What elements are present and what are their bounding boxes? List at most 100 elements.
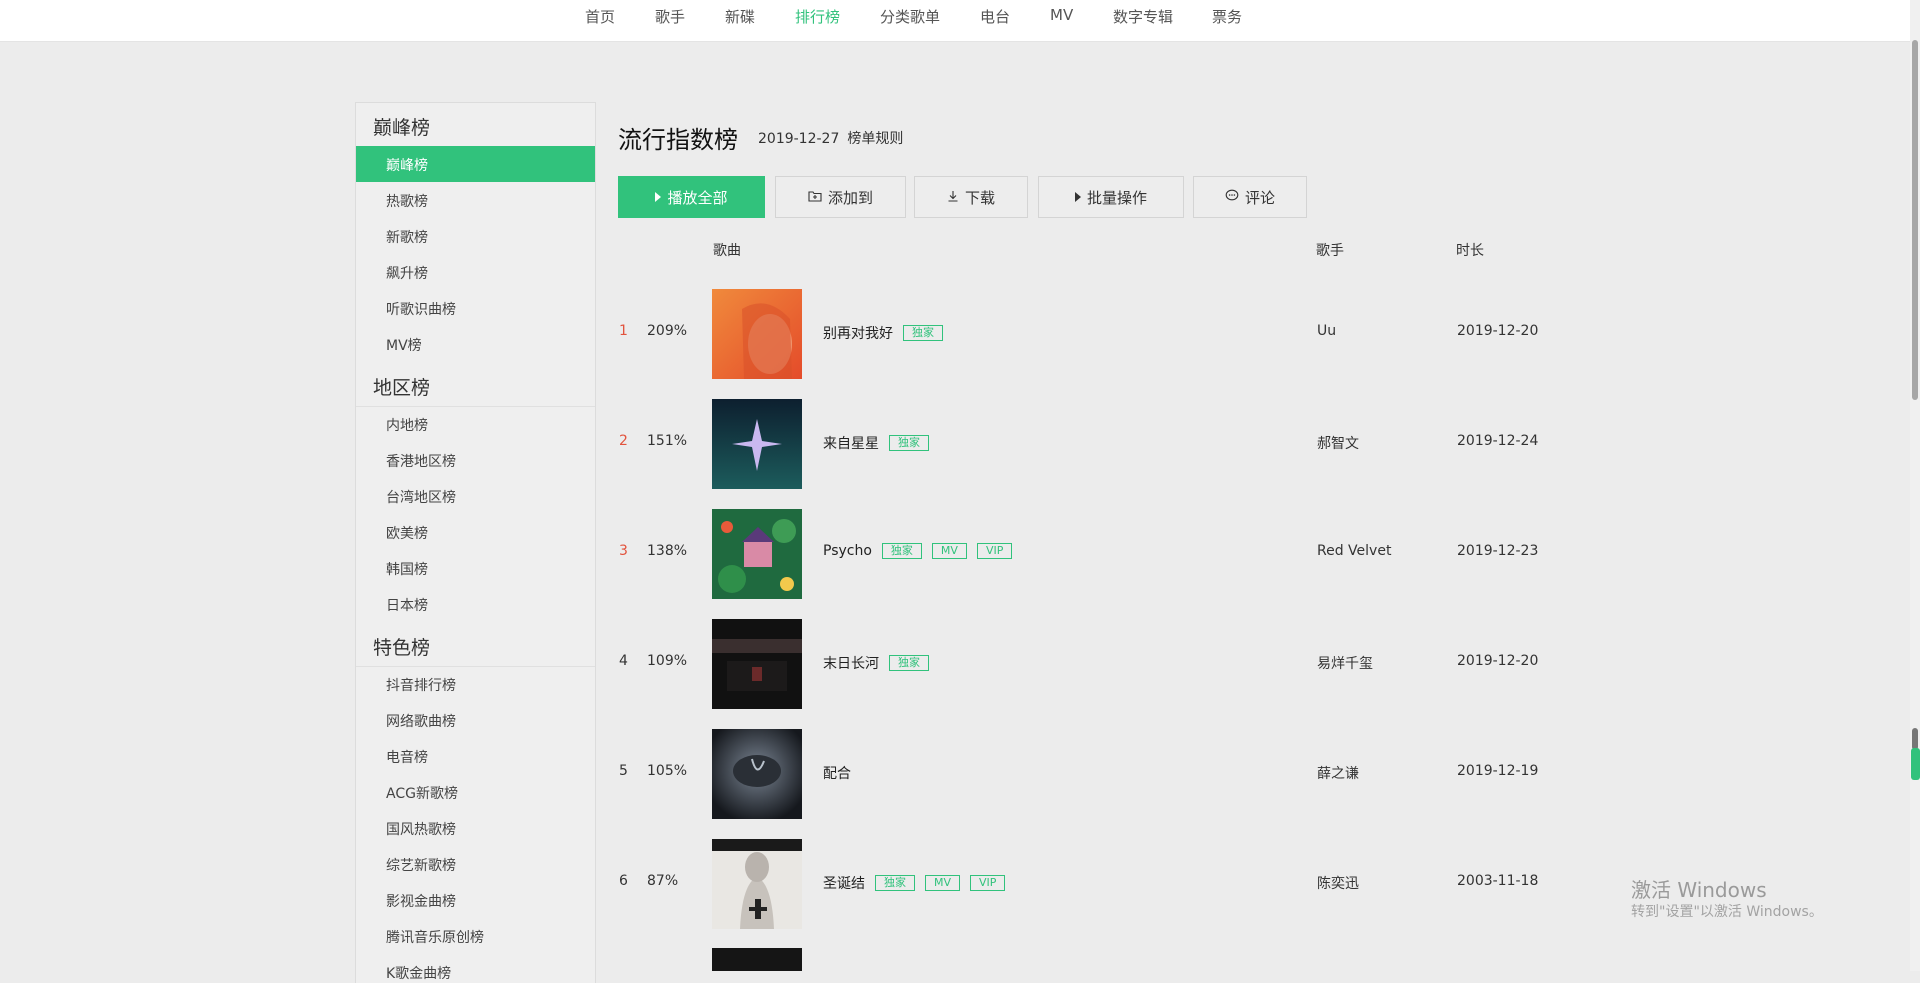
sidebar-item-recognition[interactable]: 听歌识曲榜 bbox=[386, 299, 456, 319]
sidebar-item-mv[interactable]: MV榜 bbox=[386, 335, 422, 355]
song-change-percent: 138% bbox=[647, 543, 688, 559]
sidebar-item-hot[interactable]: 热歌榜 bbox=[386, 191, 428, 211]
sidebar-item-original[interactable]: 腾讯音乐原创榜 bbox=[386, 927, 484, 947]
song-row[interactable]: 2 151% 来自星星 独家 郝智文 2019-12-24 bbox=[618, 399, 1618, 489]
download-label: 下载 bbox=[964, 188, 995, 207]
song-row[interactable]: 3 138% Psycho 独家 MV VIP Red Velvet 2019-… bbox=[618, 509, 1618, 599]
sidebar-divider bbox=[356, 666, 595, 667]
song-date: 2019-12-24 bbox=[1457, 433, 1539, 449]
song-row[interactable]: 4 109% 末日长河 独家 易烊千玺 2019-12-20 bbox=[618, 619, 1618, 709]
chart-meta: 2019-12-27 榜单规则 bbox=[758, 128, 903, 148]
tag-exclusive: 独家 bbox=[889, 435, 929, 451]
song-title-wrap: Psycho 独家 MV VIP bbox=[823, 543, 1022, 559]
nav-digital-albums[interactable]: 数字专辑 bbox=[1113, 6, 1173, 27]
sidebar-group-title-region: 地区榜 bbox=[373, 377, 431, 399]
batch-operation-button[interactable]: 批量操作 bbox=[1038, 176, 1184, 218]
sidebar-item-film[interactable]: 影视金曲榜 bbox=[386, 891, 456, 911]
song-title-wrap: 圣诞结 独家 MV VIP bbox=[823, 873, 1015, 893]
album-cover[interactable] bbox=[712, 619, 802, 709]
song-row[interactable]: 5 105% 配合 薛之谦 2019-12-19 bbox=[618, 729, 1618, 819]
album-cover[interactable] bbox=[712, 399, 802, 489]
song-singer[interactable]: 薛之谦 bbox=[1317, 763, 1359, 783]
song-change-percent: 105% bbox=[647, 763, 688, 779]
sidebar-item-acg[interactable]: ACG新歌榜 bbox=[386, 783, 458, 803]
play-icon bbox=[655, 192, 662, 202]
sidebar-item-karaoke[interactable]: K歌金曲榜 bbox=[386, 963, 451, 983]
song-name[interactable]: 别再对我好 bbox=[823, 323, 893, 343]
nav-playlists[interactable]: 分类歌单 bbox=[880, 6, 940, 27]
download-button[interactable]: 下载 bbox=[914, 176, 1028, 218]
sidebar-item-taiwan[interactable]: 台湾地区榜 bbox=[386, 487, 456, 507]
song-singer[interactable]: Red Velvet bbox=[1317, 543, 1391, 559]
album-cover[interactable] bbox=[712, 509, 802, 599]
song-name[interactable]: 配合 bbox=[823, 763, 851, 783]
chart-sidebar: 巅峰榜 巅峰榜 热歌榜 新歌榜 飙升榜 听歌识曲榜 MV榜 地区榜 内地榜 香港… bbox=[355, 102, 596, 983]
nav-singers[interactable]: 歌手 bbox=[655, 6, 685, 27]
album-cover[interactable] bbox=[712, 948, 802, 971]
add-to-button[interactable]: 添加到 bbox=[775, 176, 906, 218]
sidebar-item-japan[interactable]: 日本榜 bbox=[386, 595, 428, 615]
song-change-percent: 87% bbox=[647, 873, 679, 889]
sidebar-item-variety[interactable]: 综艺新歌榜 bbox=[386, 855, 456, 875]
sidebar-item-peak[interactable]: 巅峰榜 bbox=[386, 155, 428, 175]
song-change-percent: 209% bbox=[647, 323, 688, 339]
song-rank: 2 bbox=[619, 433, 628, 449]
tag-exclusive: 独家 bbox=[903, 325, 943, 341]
album-cover[interactable] bbox=[712, 839, 802, 929]
tag-mv[interactable]: MV bbox=[931, 543, 967, 559]
nav-mv[interactable]: MV bbox=[1050, 6, 1073, 24]
comment-button[interactable]: 评论 bbox=[1193, 176, 1307, 218]
song-date: 2019-12-20 bbox=[1457, 653, 1539, 669]
sidebar-item-guofeng[interactable]: 国风热歌榜 bbox=[386, 819, 456, 839]
song-singer[interactable]: 郝智文 bbox=[1317, 433, 1359, 453]
chart-rules-link[interactable]: 榜单规则 bbox=[847, 131, 903, 147]
download-icon bbox=[947, 188, 959, 206]
song-rank: 3 bbox=[619, 543, 628, 559]
song-singer[interactable]: 易烊千玺 bbox=[1317, 653, 1373, 673]
sidebar-item-korea[interactable]: 韩国榜 bbox=[386, 559, 428, 579]
song-name[interactable]: 末日长河 bbox=[823, 653, 879, 673]
sidebar-item-western[interactable]: 欧美榜 bbox=[386, 523, 428, 543]
sidebar-item-douyin[interactable]: 抖音排行榜 bbox=[386, 675, 456, 695]
sidebar-group-title-feature: 特色榜 bbox=[373, 637, 431, 659]
sidebar-item-hongkong[interactable]: 香港地区榜 bbox=[386, 451, 456, 471]
sidebar-item-rising[interactable]: 飙升榜 bbox=[386, 263, 428, 283]
song-row[interactable]: 1 209% 别再对我好 独家 Uu 2019-12-20 bbox=[618, 289, 1618, 379]
song-name[interactable]: Psycho bbox=[823, 543, 872, 559]
column-header-duration: 时长 bbox=[1456, 243, 1484, 259]
batch-label: 批量操作 bbox=[1086, 188, 1147, 207]
sidebar-item-electronic[interactable]: 电音榜 bbox=[386, 747, 428, 767]
chart-date: 2019-12-27 bbox=[758, 131, 840, 147]
song-singer[interactable]: 陈奕迅 bbox=[1317, 873, 1359, 893]
folder-plus-icon bbox=[808, 188, 822, 206]
sidebar-divider bbox=[356, 406, 595, 407]
chart-title: 流行指数榜 bbox=[618, 126, 738, 154]
nav-radio[interactable]: 电台 bbox=[980, 6, 1010, 27]
comment-icon bbox=[1225, 188, 1239, 206]
song-date: 2003-11-18 bbox=[1457, 873, 1539, 889]
nav-new-albums[interactable]: 新碟 bbox=[725, 6, 755, 27]
song-name[interactable]: 来自星星 bbox=[823, 433, 879, 453]
scrollbar-thumb[interactable] bbox=[1912, 40, 1918, 400]
song-rank: 6 bbox=[619, 873, 628, 889]
song-rank: 4 bbox=[619, 653, 628, 669]
song-row[interactable]: 6 87% 圣诞结 独家 MV VIP 陈奕迅 2003-11-18 bbox=[618, 839, 1618, 929]
song-title-wrap: 别再对我好 独家 bbox=[823, 323, 953, 343]
sidebar-item-mainland[interactable]: 内地榜 bbox=[386, 415, 428, 435]
sidebar-item-new[interactable]: 新歌榜 bbox=[386, 227, 428, 247]
song-change-percent: 151% bbox=[647, 433, 688, 449]
back-to-top-handle[interactable] bbox=[1911, 748, 1920, 780]
song-name[interactable]: 圣诞结 bbox=[823, 873, 865, 893]
tag-vip: VIP bbox=[976, 543, 1013, 559]
tag-mv[interactable]: MV bbox=[925, 875, 961, 891]
song-date: 2019-12-20 bbox=[1457, 323, 1539, 339]
nav-charts[interactable]: 排行榜 bbox=[795, 6, 840, 27]
nav-home[interactable]: 首页 bbox=[585, 6, 615, 27]
nav-tickets[interactable]: 票务 bbox=[1212, 6, 1242, 27]
album-cover[interactable] bbox=[712, 289, 802, 379]
song-singer[interactable]: Uu bbox=[1317, 323, 1336, 339]
sidebar-item-network[interactable]: 网络歌曲榜 bbox=[386, 711, 456, 731]
comment-label: 评论 bbox=[1244, 188, 1275, 207]
album-cover[interactable] bbox=[712, 729, 802, 819]
play-all-button[interactable]: 播放全部 bbox=[618, 176, 765, 218]
